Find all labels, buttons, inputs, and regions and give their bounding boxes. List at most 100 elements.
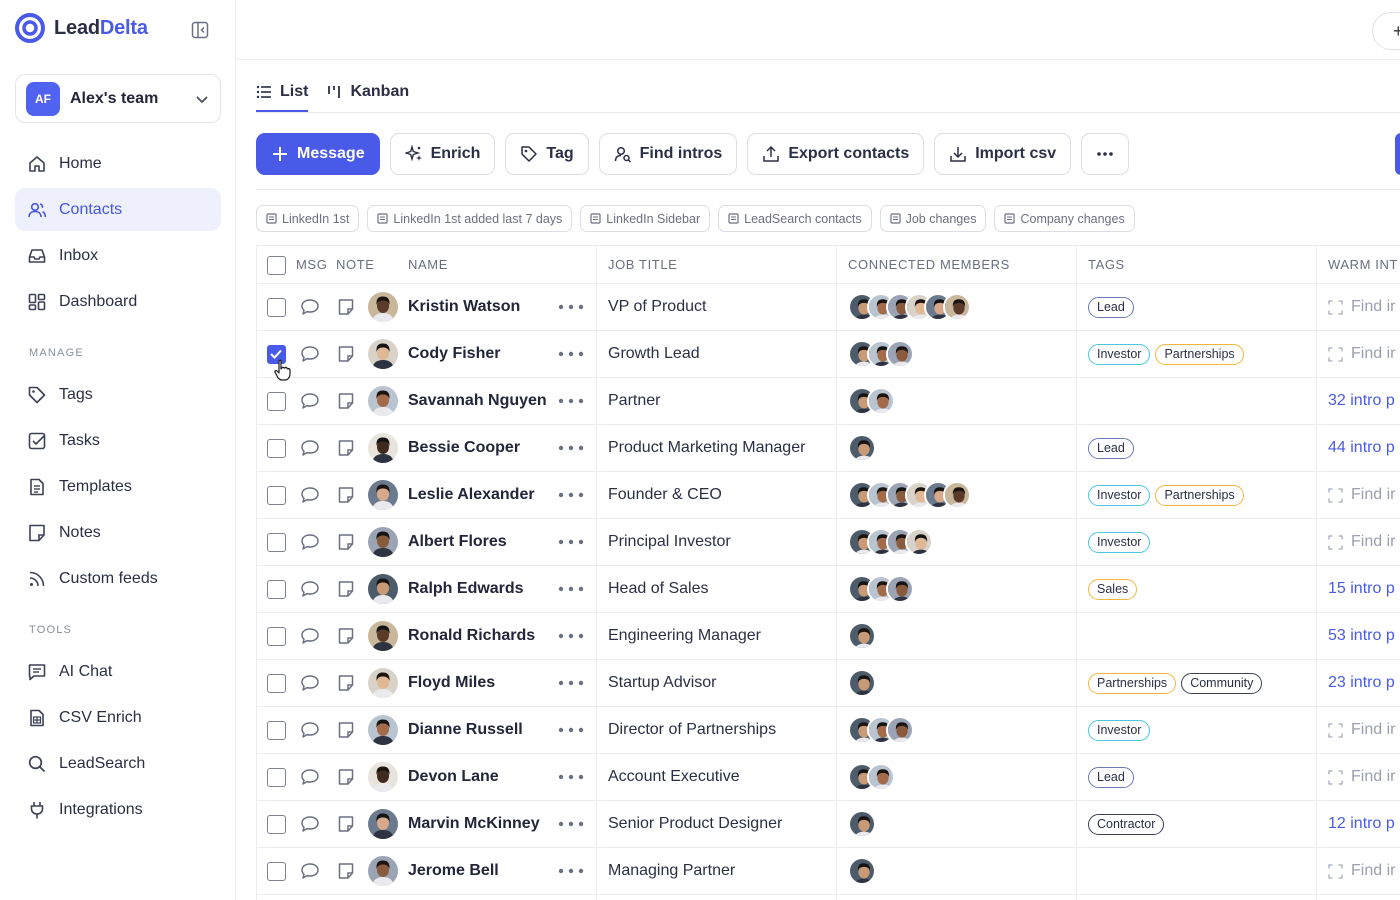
filter-chip-job-changes[interactable]: Job changes [879, 205, 987, 232]
sidebar-item-contacts[interactable]: Contacts [15, 188, 221, 231]
contact-name[interactable]: Ronald Richards [408, 613, 535, 659]
connected-members[interactable] [848, 857, 876, 885]
more-horizontal-icon[interactable] [558, 492, 584, 498]
message-bubble-icon[interactable] [300, 392, 320, 410]
tag-badge[interactable]: Lead [1088, 296, 1134, 318]
row-checkbox[interactable] [267, 721, 286, 740]
row-checkbox[interactable] [267, 439, 286, 458]
connected-members[interactable] [848, 810, 876, 838]
row-checkbox[interactable] [267, 580, 286, 599]
member-avatar[interactable] [848, 669, 876, 697]
tag-badge[interactable]: Partnerships [1155, 343, 1244, 365]
sidebar-item-tags[interactable]: Tags [15, 373, 221, 416]
message-button[interactable]: Message [256, 133, 380, 175]
message-bubble-icon[interactable] [300, 580, 320, 598]
find-intro-button[interactable]: Find ir [1328, 848, 1395, 894]
tag-badge[interactable]: Lead [1088, 766, 1134, 788]
filter-chip-linkedin-sidebar[interactable]: LinkedIn Sidebar [580, 205, 711, 232]
message-bubble-icon[interactable] [300, 533, 320, 551]
sidebar-item-csv-enrich[interactable]: CSV Enrich [15, 696, 221, 739]
sidebar-item-integrations[interactable]: Integrations [15, 788, 221, 831]
contact-name[interactable]: Kristin Watson [408, 284, 520, 330]
warm-intro-link[interactable]: 32 intro p [1328, 378, 1395, 424]
more-horizontal-icon[interactable] [558, 868, 584, 874]
note-icon[interactable] [337, 298, 355, 316]
tab-kanban[interactable]: Kanban [326, 78, 409, 106]
offscreen-primary-button[interactable] [1395, 133, 1400, 175]
more-horizontal-icon[interactable] [558, 633, 584, 639]
member-avatar[interactable] [848, 434, 876, 462]
table-row[interactable]: Jerome Bell Managing Partner Find ir [256, 848, 1400, 895]
table-row[interactable]: Cody Fisher Growth Lead Investor Partnershi… [256, 331, 1400, 378]
connected-members[interactable] [848, 763, 895, 791]
filter-chip-linkedin-1st[interactable]: LinkedIn 1st [256, 205, 360, 232]
find-intro-button[interactable]: Find ir [1328, 472, 1395, 518]
note-icon[interactable] [337, 674, 355, 692]
message-bubble-icon[interactable] [300, 862, 320, 880]
more-horizontal-icon[interactable] [558, 445, 584, 451]
connected-members[interactable] [848, 340, 914, 368]
avatar[interactable] [368, 292, 398, 322]
sidebar-item-leadsearch[interactable]: LeadSearch [15, 742, 221, 785]
table-row[interactable]: Bessie Cooper Product Marketing Manager Le… [256, 425, 1400, 472]
row-checkbox[interactable] [267, 627, 286, 646]
tag-badge[interactable]: Contractor [1088, 813, 1165, 835]
member-avatar[interactable] [867, 387, 895, 415]
connected-members[interactable] [848, 622, 876, 650]
table-row[interactable]: Ronald Richards Engineering Manager 53 int… [256, 613, 1400, 660]
sidebar-item-notes[interactable]: Notes [15, 511, 221, 554]
avatar[interactable] [368, 809, 398, 839]
select-all-checkbox[interactable] [267, 255, 286, 275]
find-intro-button[interactable]: Find ir [1328, 754, 1395, 800]
contact-name[interactable]: Dianne Russell [408, 707, 523, 753]
message-bubble-icon[interactable] [300, 768, 320, 786]
more-horizontal-icon[interactable] [558, 586, 584, 592]
avatar[interactable] [368, 480, 398, 510]
contact-name[interactable]: Leslie Alexander [408, 472, 535, 518]
find-intros-button[interactable]: Find intros [598, 133, 738, 175]
message-bubble-icon[interactable] [300, 486, 320, 504]
contact-name[interactable]: Savannah Nguyen [408, 378, 547, 424]
tag-badge[interactable]: Partnerships [1088, 672, 1177, 694]
connected-members[interactable] [848, 716, 914, 744]
filter-chip-leadsearch-contacts[interactable]: LeadSearch contacts [718, 205, 872, 232]
warm-intro-link[interactable]: 23 intro p [1328, 660, 1395, 706]
tag-badge[interactable]: Partnerships [1155, 484, 1244, 506]
message-bubble-icon[interactable] [300, 298, 320, 316]
header-tags[interactable]: TAGS [1088, 246, 1125, 283]
connected-members[interactable] [848, 434, 876, 462]
sidebar-item-custom-feeds[interactable]: Custom feeds [15, 557, 221, 600]
find-intro-button[interactable]: Find ir [1328, 707, 1395, 753]
member-avatar[interactable] [905, 528, 933, 556]
row-checkbox[interactable] [267, 392, 286, 411]
warm-intro-link[interactable]: 12 intro p [1328, 801, 1395, 847]
member-avatar[interactable] [867, 763, 895, 791]
header-connected-members[interactable]: CONNECTED MEMBERS [848, 246, 1010, 283]
row-checkbox[interactable] [267, 486, 286, 505]
more-horizontal-icon[interactable] [558, 304, 584, 310]
more-horizontal-icon[interactable] [558, 821, 584, 827]
warm-intro-link[interactable]: 15 intro p [1328, 566, 1395, 612]
contact-name[interactable]: Bessie Cooper [408, 425, 520, 471]
contact-name[interactable]: Albert Flores [408, 519, 507, 565]
member-avatar[interactable] [886, 716, 914, 744]
avatar[interactable] [368, 527, 398, 557]
row-checkbox[interactable] [267, 674, 286, 693]
connected-members[interactable] [848, 481, 971, 509]
avatar[interactable] [368, 386, 398, 416]
warm-intro-link[interactable]: 53 intro p [1328, 613, 1395, 659]
member-avatar[interactable] [886, 340, 914, 368]
message-bubble-icon[interactable] [300, 721, 320, 739]
avatar[interactable] [368, 762, 398, 792]
member-avatar[interactable] [848, 810, 876, 838]
header-job-title[interactable]: JOB TITLE [608, 246, 677, 283]
message-bubble-icon[interactable] [300, 345, 320, 363]
more-horizontal-icon[interactable] [558, 774, 584, 780]
table-row[interactable]: Ralph Edwards Head of Sales Sales 15 intro … [256, 566, 1400, 613]
message-bubble-icon[interactable] [300, 439, 320, 457]
note-icon[interactable] [337, 768, 355, 786]
contact-name[interactable]: Jerome Bell [408, 848, 499, 894]
logo[interactable]: LeadDelta [14, 12, 148, 44]
note-icon[interactable] [337, 486, 355, 504]
warm-intro-link[interactable]: 44 intro p [1328, 425, 1395, 471]
